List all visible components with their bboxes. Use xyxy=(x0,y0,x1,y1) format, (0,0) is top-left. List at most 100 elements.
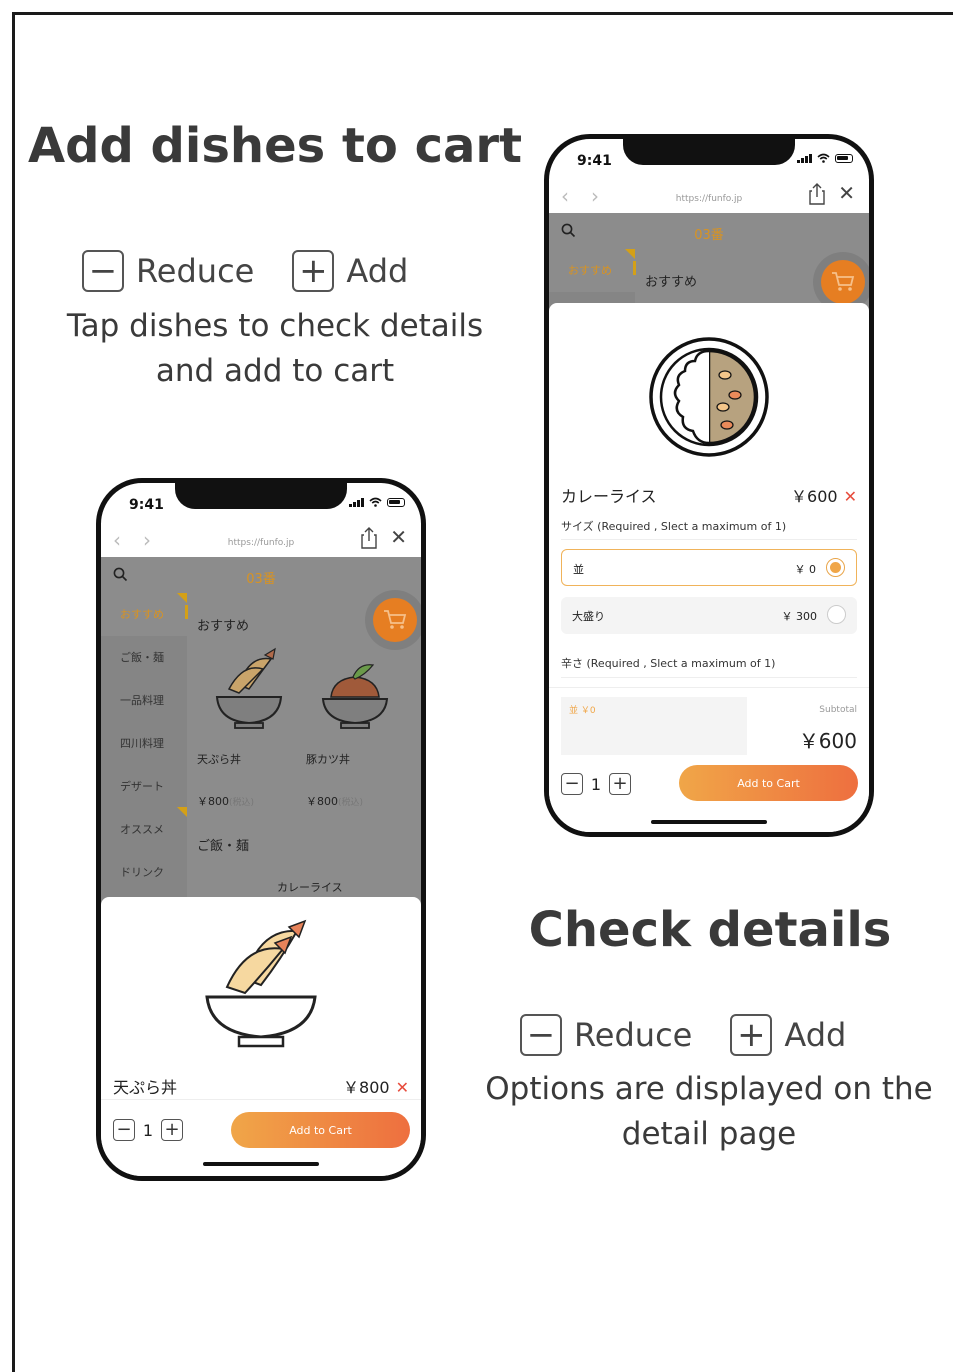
add-to-cart-button[interactable]: Add to Cart xyxy=(679,765,858,801)
wifi-icon xyxy=(369,497,382,507)
status-time: 9:41 xyxy=(129,497,164,513)
option-price: ￥ 0 xyxy=(794,563,817,576)
add-icon: + xyxy=(292,250,335,292)
option-group-size-title: サイズ (Required , Slect a maximum of 1) xyxy=(561,520,787,533)
radio-unselected[interactable] xyxy=(827,605,846,624)
cart-icon xyxy=(832,272,855,291)
section-corner-mark xyxy=(177,807,187,817)
phone-notch xyxy=(175,483,347,509)
divider xyxy=(549,687,869,688)
cart-button[interactable] xyxy=(373,598,417,642)
right-desc-line1: Options are displayed on the xyxy=(485,1071,933,1107)
wifi-icon xyxy=(817,153,830,163)
detail-dish-name: 天ぷら丼 xyxy=(113,1078,178,1097)
table-number: 03番 xyxy=(694,228,724,243)
active-corner-mark xyxy=(625,249,635,259)
radio-selected[interactable] xyxy=(826,558,845,577)
left-description: Tap dishes to check details and add to c… xyxy=(40,304,510,394)
active-bar xyxy=(185,605,188,619)
share-icon[interactable] xyxy=(807,182,827,206)
option-regular[interactable]: 並 ￥ 0 xyxy=(561,549,857,586)
add-button[interactable]: + xyxy=(161,1119,183,1141)
tempura-bowl-icon xyxy=(215,647,283,729)
add-label: Add xyxy=(784,1016,847,1054)
cart-icon xyxy=(384,610,407,629)
close-detail-icon[interactable]: ✕ xyxy=(396,1078,409,1097)
add-to-cart-button[interactable]: Add to Cart xyxy=(231,1112,410,1148)
phone-left: 9:41 ‹ › https://funfo.jp ✕ 03番 おすすめ ご飯・… xyxy=(96,478,426,1181)
curry-rice-icon xyxy=(649,337,769,457)
home-indicator xyxy=(651,820,767,824)
section-title-recommended: おすすめ xyxy=(197,619,250,634)
share-icon[interactable] xyxy=(359,526,379,550)
status-time: 9:41 xyxy=(577,153,612,169)
legend-right: − Reduce + Add xyxy=(520,1014,846,1056)
sidebar-item-sichuan[interactable]: 四川料理 xyxy=(101,722,187,765)
option-name: 大盛り xyxy=(572,610,605,623)
section-title-recommended: おすすめ xyxy=(645,275,698,290)
browser-close-icon[interactable]: ✕ xyxy=(390,525,407,549)
sidebar-item-osusume[interactable]: オススメ xyxy=(101,808,187,851)
option-price: ￥ 300 xyxy=(781,610,818,623)
reduce-label: Reduce xyxy=(136,252,255,290)
heading-add-dishes: Add dishes to cart xyxy=(27,118,523,174)
quantity-value: 1 xyxy=(590,774,602,794)
battery-icon xyxy=(387,497,405,507)
reduce-button[interactable]: − xyxy=(561,773,583,795)
sidebar-item-recommended[interactable]: おすすめ xyxy=(101,593,187,636)
status-icons xyxy=(349,497,405,507)
heading-check-details: Check details xyxy=(528,902,892,958)
browser-close-icon[interactable]: ✕ xyxy=(838,181,855,205)
status-icons xyxy=(797,153,853,163)
sidebar-item-single-dishes[interactable]: 一品料理 xyxy=(101,679,187,722)
selected-options-summary: 並 ￥0 xyxy=(561,697,747,755)
sidebar-item-recommended[interactable]: おすすめ xyxy=(549,249,635,292)
section-title-rice-noodles: ご飯・麺 xyxy=(197,839,250,854)
reduce-icon: − xyxy=(82,250,124,292)
tax-label: (税込) xyxy=(338,798,364,808)
detail-price: ￥600 ✕ xyxy=(791,483,857,507)
left-desc-line1: Tap dishes to check details xyxy=(66,308,484,344)
active-bar xyxy=(633,261,636,275)
divider xyxy=(561,677,857,678)
detail-dish-name: カレーライス xyxy=(561,487,657,506)
browser-bar: ‹ › https://funfo.jp ✕ xyxy=(549,179,869,213)
dish-name[interactable]: 豚カツ丼 xyxy=(306,751,350,767)
dish-price-value: ￥800 xyxy=(306,795,338,808)
phone-notch xyxy=(623,139,795,165)
dish-name[interactable]: 天ぷら丼 xyxy=(197,751,241,767)
cart-button[interactable] xyxy=(821,260,865,304)
tax-label: (税込) xyxy=(229,798,255,808)
detail-price-value: ￥800 xyxy=(343,1078,390,1097)
add-icon: + xyxy=(730,1014,773,1056)
phone-right: 9:41 ‹ › https://funfo.jp ✕ 03番 おすすめ おすす… xyxy=(544,134,874,837)
dish-price: ￥800(税込) xyxy=(197,793,254,809)
signal-icon xyxy=(797,153,812,163)
divider xyxy=(101,1099,421,1100)
subtotal-label: Subtotal xyxy=(819,705,857,715)
quantity-stepper: − 1 + xyxy=(113,1119,183,1141)
table-number: 03番 xyxy=(246,572,276,587)
selected-options-text: 並 ￥0 xyxy=(569,706,596,716)
option-large[interactable]: 大盛り ￥ 300 xyxy=(561,597,857,634)
sidebar-item-rice-noodles[interactable]: ご飯・麺 xyxy=(101,636,187,679)
close-detail-icon[interactable]: ✕ xyxy=(844,487,857,506)
add-button[interactable]: + xyxy=(609,773,631,795)
dish-price: ￥800(税込) xyxy=(306,793,363,809)
sidebar-item-drinks[interactable]: ドリンク xyxy=(101,851,187,894)
option-group-spice-title: 辛さ (Required , Slect a maximum of 1) xyxy=(561,657,776,670)
right-desc-line2: detail page xyxy=(621,1116,797,1152)
legend-left: − Reduce + Add xyxy=(82,250,408,292)
detail-price: ￥800 ✕ xyxy=(343,1074,409,1098)
reduce-button[interactable]: − xyxy=(113,1119,135,1141)
sidebar-item-dessert[interactable]: デザート xyxy=(101,765,187,808)
option-name: 並 xyxy=(573,563,584,576)
browser-bar: ‹ › https://funfo.jp ✕ xyxy=(101,523,421,557)
tempura-bowl-large-icon xyxy=(205,919,317,1048)
home-indicator xyxy=(203,1162,319,1166)
katsudon-bowl-icon xyxy=(321,664,389,729)
active-corner-mark xyxy=(177,593,187,603)
dish-name[interactable]: カレーライス xyxy=(277,879,343,895)
subtotal-value: ￥600 xyxy=(798,729,857,753)
dish-price-value: ￥800 xyxy=(197,795,229,808)
